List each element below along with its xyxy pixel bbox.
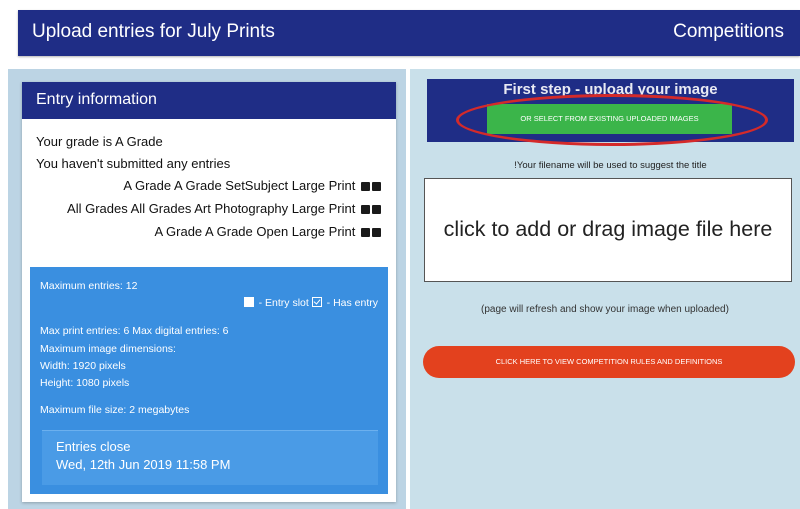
entry-information-card: Entry information Your grade is A Grade … [22, 82, 396, 502]
max-entries-text: Maximum entries: 12 [40, 280, 138, 292]
top-header-bar: Upload entries for July Prints Competiti… [18, 10, 800, 56]
upload-step-card: First step - upload your image OR SELECT… [427, 79, 794, 142]
entry-information-title: Entry information [36, 91, 157, 108]
entries-close-label: Entries close [56, 439, 131, 454]
submitted-text: You haven't submitted any entries [36, 156, 231, 171]
entry-slot-icon [361, 182, 370, 191]
filename-hint: !Your filename will be used to suggest t… [514, 160, 707, 171]
max-dimensions-text: Maximum image dimensions: [40, 343, 176, 355]
entry-legend: - Entry slot - Has entry [243, 297, 378, 309]
entry-limits-panel: Maximum entries: 12 - Entry slot - Has e… [30, 267, 388, 494]
entry-slot-icon [372, 205, 381, 214]
max-file-size-text: Maximum file size: 2 megabytes [40, 404, 190, 416]
entries-close-box: Entries close Wed, 12th Jun 2019 11:58 P… [42, 430, 378, 485]
height-text: Height: 1080 pixels [40, 377, 130, 389]
legend-has-entry: - Has entry [323, 297, 378, 309]
entry-slot-icon [372, 228, 381, 237]
legend-entry-slot: - Entry slot [255, 297, 309, 309]
class-row: A Grade A Grade SetSubject Large Print [123, 178, 381, 193]
checked-checkbox-icon [311, 297, 322, 307]
class-name: A Grade A Grade SetSubject Large Print [123, 178, 356, 193]
refresh-note: (page will refresh and show your image w… [481, 304, 729, 315]
empty-checkbox-icon [243, 297, 254, 307]
entry-slot-icon [361, 205, 370, 214]
competitions-link[interactable]: Competitions [673, 21, 784, 43]
grade-text: Your grade is A Grade [36, 134, 163, 149]
class-name: A Grade A Grade Open Large Print [154, 224, 356, 239]
image-dropzone[interactable]: click to add or drag image file here [424, 178, 792, 282]
entry-information-header: Entry information [22, 82, 396, 119]
max-print-digital-text: Max print entries: 6 Max digital entries… [40, 325, 229, 337]
dropzone-text: click to add or drag image file here [443, 217, 773, 241]
class-row: All Grades All Grades Art Photography La… [67, 201, 381, 216]
select-existing-images-button[interactable]: OR SELECT FROM EXISTING UPLOADED IMAGES [487, 104, 732, 134]
class-row: A Grade A Grade Open Large Print [154, 224, 381, 239]
competition-rules-button[interactable]: CLICK HERE TO VIEW COMPETITION RULES AND… [423, 346, 795, 378]
width-text: Width: 1920 pixels [40, 360, 126, 372]
upload-step-title: First step - upload your image [503, 81, 718, 98]
entry-slot-icon [361, 228, 370, 237]
class-name: All Grades All Grades Art Photography La… [67, 201, 356, 216]
entries-close-date: Wed, 12th Jun 2019 11:58 PM [56, 457, 231, 472]
entry-slot-icon [372, 182, 381, 191]
page-title: Upload entries for July Prints [32, 21, 275, 42]
